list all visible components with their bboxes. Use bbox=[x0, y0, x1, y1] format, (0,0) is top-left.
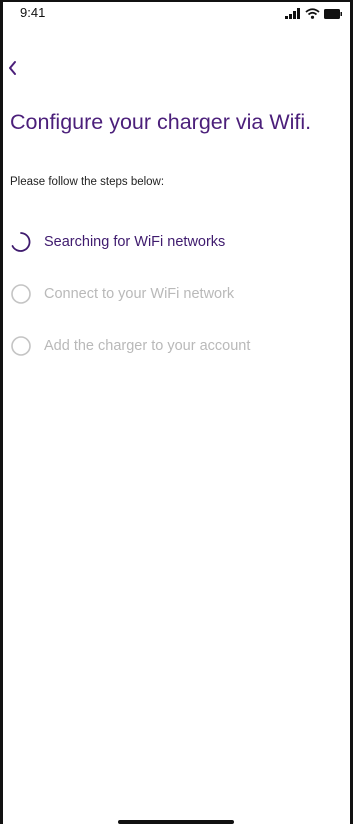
step-add-charger: Add the charger to your account bbox=[10, 332, 340, 360]
step-label: Add the charger to your account bbox=[44, 338, 251, 354]
empty-circle-icon bbox=[10, 335, 32, 357]
empty-circle-icon bbox=[10, 283, 32, 305]
step-searching-wifi: Searching for WiFi networks bbox=[10, 228, 340, 256]
loading-spinner-icon bbox=[10, 231, 32, 253]
step-connect-wifi: Connect to your WiFi network bbox=[10, 280, 340, 308]
step-label: Connect to your WiFi network bbox=[44, 286, 235, 302]
status-time: 9:41 bbox=[20, 5, 46, 20]
setup-steps-list: Searching for WiFi networks Connect to y… bbox=[10, 228, 340, 384]
page-title: Configure your charger via Wifi. bbox=[10, 110, 312, 134]
phone-screen: 9:41 Configure your charger via Wifi. Pl… bbox=[0, 0, 353, 824]
wifi-icon bbox=[305, 8, 320, 19]
page-subtitle: Please follow the steps below: bbox=[10, 176, 165, 188]
status-icons bbox=[285, 8, 342, 19]
back-button[interactable] bbox=[7, 60, 29, 84]
battery-icon bbox=[324, 8, 342, 19]
status-bar: 9:41 bbox=[3, 2, 350, 28]
chevron-left-icon bbox=[7, 60, 29, 76]
signal-icon bbox=[285, 8, 301, 19]
step-label: Searching for WiFi networks bbox=[44, 234, 226, 250]
home-indicator[interactable] bbox=[118, 820, 234, 824]
